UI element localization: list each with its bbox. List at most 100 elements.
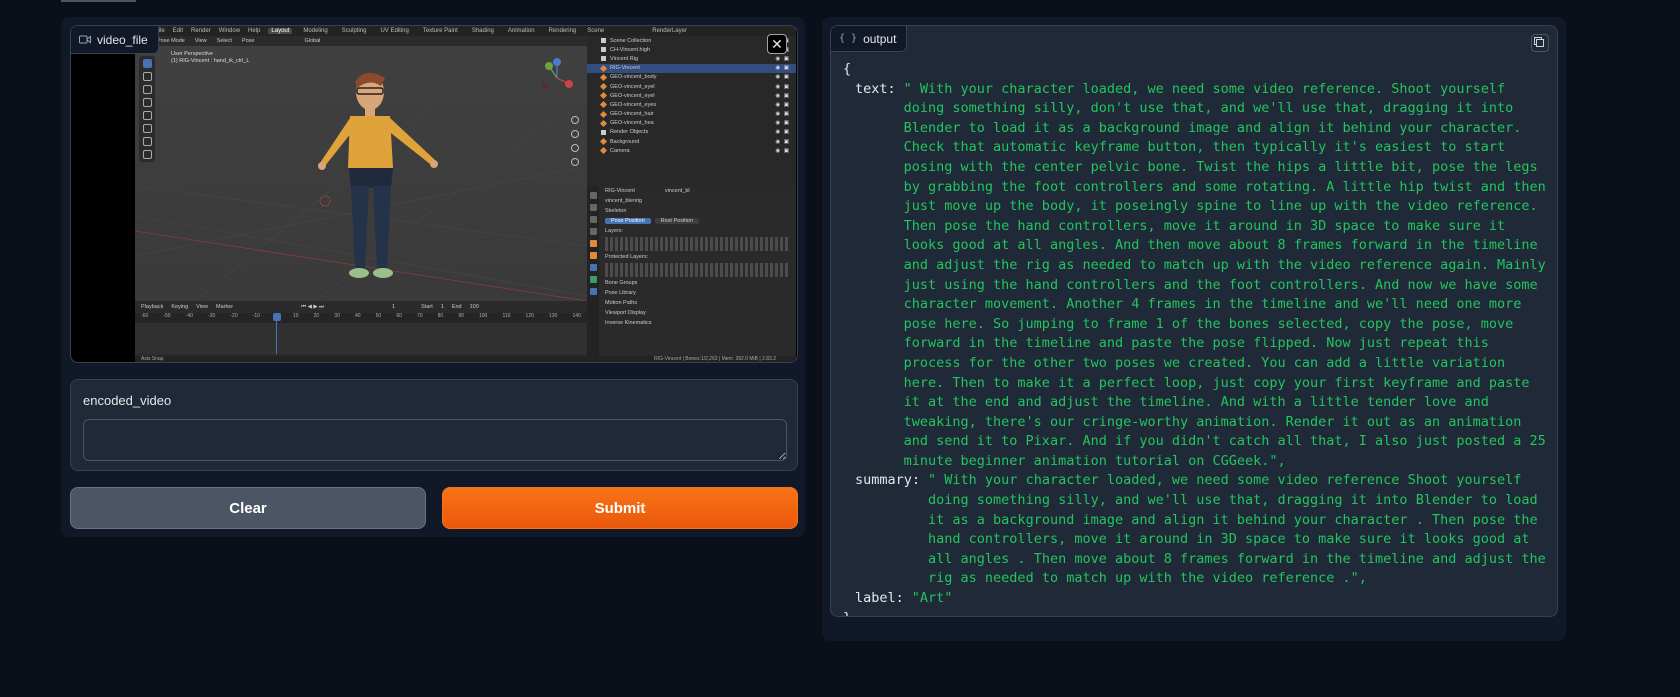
video-frame[interactable]: File Edit Render Window Help Layout Mode…: [135, 26, 796, 362]
timeline-end-label: End: [451, 304, 462, 310]
blender-header-pose: Pose: [241, 38, 255, 44]
outliner-row: Background ◉ ▣: [587, 137, 796, 146]
visibility-icons: ◉ ▣: [775, 74, 790, 81]
transform-tool-icon: [142, 124, 152, 133]
blender-viewport-header: Pose Mode View Select Pose Global: [135, 36, 587, 46]
outliner-row: Scene Collection◉ ▣: [587, 36, 796, 45]
select-tool-icon: [142, 59, 152, 68]
blender-header-select: Select: [216, 38, 232, 44]
viewport-perspective: User Perspective: [171, 51, 213, 57]
outliner-row-label: GEO-vincent_eyel: [610, 92, 655, 99]
timeline-body: [135, 323, 587, 354]
outliner-row: Vincent Rig ◉ ▣: [587, 54, 796, 63]
visibility-icons: ◉ ▣: [775, 83, 790, 90]
json-label-entry: label: "Art": [843, 589, 1547, 609]
blender-statusbar: Axis Snap RIG-Vincent | Bones:1/2,263 | …: [135, 356, 796, 362]
copy-icon: [1536, 39, 1544, 47]
modifier-tab-icon: [589, 264, 597, 271]
camera-view-icon: [571, 144, 579, 152]
object-icon: [599, 92, 608, 100]
object-icon: [599, 147, 608, 155]
ruler-tick: 130: [549, 313, 558, 319]
viewport-object-info: (1) RIG-Vincent : hand_ik_ctrl_L: [171, 58, 250, 64]
bone-tab-icon: [589, 288, 597, 295]
zoom-icon: [571, 116, 579, 124]
blender-view-layer: RenderLayer: [652, 28, 687, 34]
visibility-icons: ◉ ▣: [775, 55, 790, 62]
ruler-tick: -10: [252, 313, 260, 319]
outliner-row: GEO-vincent_hea ◉ ▣: [587, 119, 796, 128]
clear-button[interactable]: Clear: [70, 487, 426, 529]
timeline-start-label: Start: [421, 304, 433, 310]
encoded-video-label: encoded_video: [83, 393, 172, 408]
copy-button[interactable]: [1531, 34, 1549, 52]
visibility-icons: ◉ ▣: [775, 129, 790, 136]
blender-menu-render: Render: [191, 28, 211, 34]
encoded-video-input[interactable]: [83, 419, 787, 461]
blender-outliner: Scene Collection◉ ▣CH-Vincent.high◉ ▣Vin…: [587, 36, 796, 186]
json-summary-value: " With your character loaded, we need so…: [928, 472, 1554, 587]
clear-video-button[interactable]: ✕: [767, 34, 787, 54]
status-left: Axis Snap: [141, 356, 164, 362]
ruler-tick: 20: [313, 313, 320, 319]
outliner-row-label: Scene Collection: [610, 37, 652, 44]
json-text-entry: text: " With your character loaded, we n…: [843, 80, 1547, 472]
props-armature-line: vincent_blenrig: [601, 196, 794, 206]
outliner-row-label: CH-Vincent.high: [610, 46, 650, 53]
properties-tabs: [587, 186, 599, 356]
blender-ws-texture-paint: Texture Paint: [422, 28, 458, 34]
scene-tab-icon: [589, 240, 597, 247]
props-panel-line: Pose Library: [601, 288, 794, 298]
timeline-header: Playback Keying View Marker ⏮ ◀ ▶ ⏭ 1 St…: [135, 301, 587, 313]
props-skeleton-header: Skeleton: [605, 208, 627, 214]
timeline-menu-playback: Playback: [141, 304, 164, 310]
visibility-icons: ◉ ▣: [775, 92, 790, 99]
panel-motion-paths: Motion Paths: [605, 300, 638, 306]
props-panel-line: Inverse Kinematics: [601, 318, 794, 328]
blender-ws-animation: Animation: [507, 28, 535, 34]
panel-viewport-display: Viewport Display: [605, 310, 646, 316]
video-file-label-text: video_file: [97, 32, 148, 47]
blender-mode: Pose Mode: [157, 38, 185, 44]
outliner-row-label: GEO-vincent_eyel: [610, 83, 655, 90]
video-file-component[interactable]: video_file ✕ File Edit Render Window Hel…: [70, 25, 798, 363]
timeline-ruler: -60 -50 -40 -30 -20 -10 0 10 20 30 40 50…: [135, 313, 587, 323]
json-close-brace: }: [843, 609, 1547, 616]
submit-button[interactable]: Submit: [442, 487, 798, 529]
json-open-brace: {: [843, 61, 852, 77]
timeline-menu-marker: Marker: [215, 304, 234, 310]
output-json-component: { } output { text: " With your character…: [830, 25, 1558, 617]
outliner-row: GEO-vincent_eyel ◉ ▣: [587, 82, 796, 91]
render-tab-icon: [589, 204, 597, 211]
outliner-row-label: Vincent Rig: [610, 55, 639, 62]
annotate-tool-icon: [142, 137, 152, 146]
move-tool-icon: [142, 85, 152, 94]
collection-icon: [601, 56, 606, 62]
props-protected-label: Protected Layers:: [605, 254, 649, 260]
ruler-tick: -40: [185, 313, 193, 319]
props-protected-line: Protected Layers:: [601, 252, 794, 262]
ruler-tick: 40: [354, 313, 361, 319]
close-icon: ✕: [771, 36, 783, 52]
outliner-row-label: GEO-vincent_hea: [610, 120, 654, 127]
ruler-tick: 120: [525, 313, 534, 319]
navigation-gizmo-icon: [542, 58, 573, 89]
protected-layers-grid: [605, 263, 790, 277]
blender-menu-help: Help: [248, 28, 261, 34]
panel-pose-library: Pose Library: [605, 290, 636, 296]
ruler-tick: 140: [572, 313, 581, 319]
visibility-icons: ◉ ▣: [775, 111, 790, 118]
object-icon: [599, 64, 608, 72]
rest-position-button: Rest Position: [654, 218, 700, 224]
blender-ws-sculpting: Sculpting: [341, 28, 367, 34]
ruler-tick: 80: [437, 313, 444, 319]
blender-scene-name: Scene: [587, 28, 605, 34]
outliner-row: Render Objects ◉ ▣: [587, 128, 796, 137]
props-skeleton-line: Skeleton: [601, 206, 794, 216]
blender-header-view: View: [194, 38, 207, 44]
object-icon: [599, 73, 608, 81]
timeline-menu-view: View: [196, 304, 208, 310]
panel-bone-groups: Bone Groups: [605, 280, 638, 286]
output-label-text: output: [863, 31, 897, 46]
collection-icon: [601, 38, 606, 44]
